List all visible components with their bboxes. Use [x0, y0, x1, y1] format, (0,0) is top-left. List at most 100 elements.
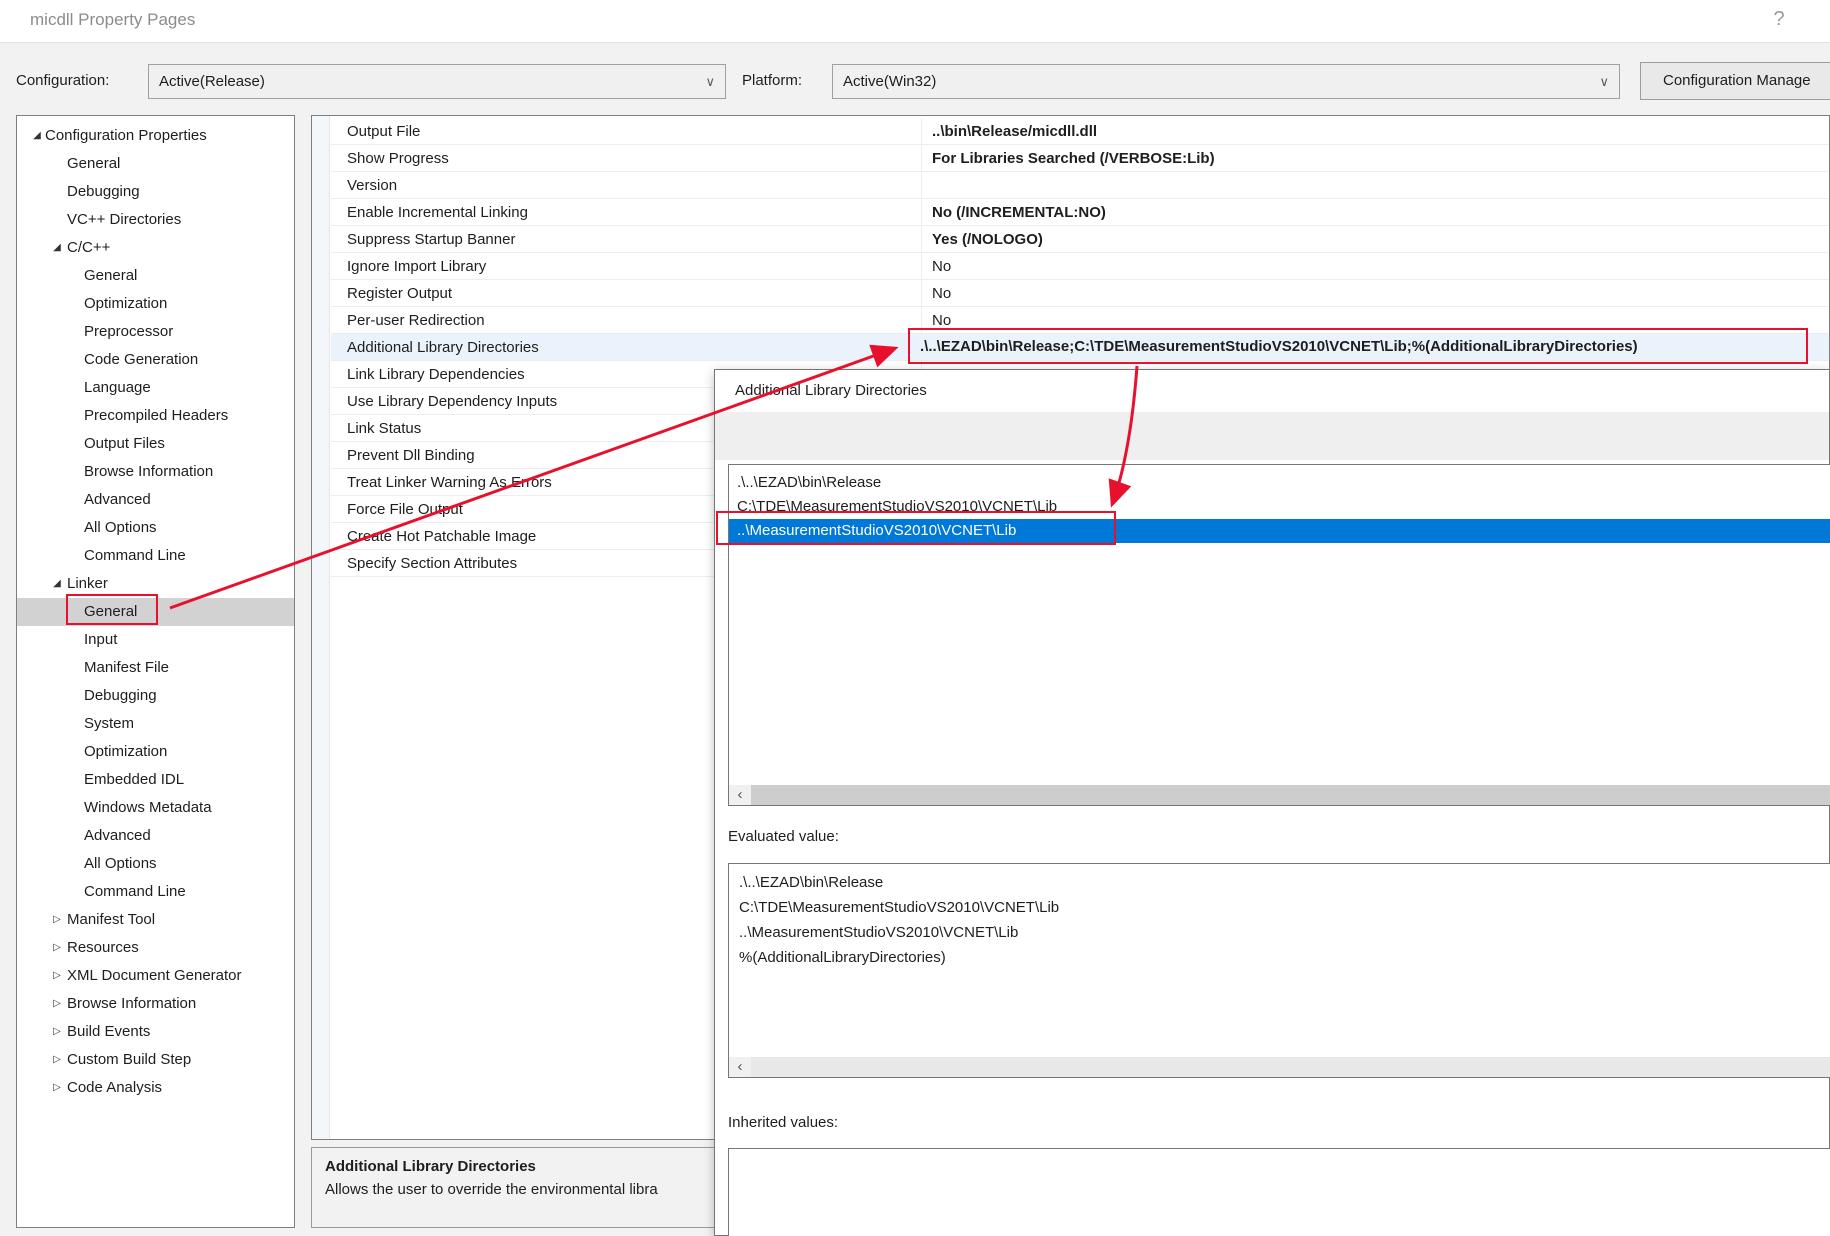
expand-icon[interactable]: ▷ [50, 1018, 64, 1046]
tree-item-manifest-tool[interactable]: ▷Manifest Tool [17, 906, 294, 934]
tree-item-label: Input [84, 631, 117, 648]
property-value[interactable]: No [932, 307, 1825, 334]
directory-item[interactable]: .\..\EZAD\bin\Release [729, 471, 1830, 495]
property-name: Show Progress [347, 145, 917, 172]
collapse-icon[interactable]: ◢ [50, 570, 64, 598]
property-name: Output File [347, 118, 917, 145]
tree-item-debugging[interactable]: Debugging [17, 682, 294, 710]
tree-item-custom-build-step[interactable]: ▷Custom Build Step [17, 1046, 294, 1074]
property-row-register-output[interactable]: Register OutputNo [331, 280, 1829, 307]
tree-item-xml-document-generator[interactable]: ▷XML Document Generator [17, 962, 294, 990]
tree-item-build-events[interactable]: ▷Build Events [17, 1018, 294, 1046]
tree-item-label: Output Files [84, 435, 165, 452]
tree-item-general[interactable]: General [17, 262, 294, 290]
collapse-icon[interactable]: ◢ [30, 122, 44, 150]
tree-item-optimization[interactable]: Optimization [17, 290, 294, 318]
tree-item-command-line[interactable]: Command Line [17, 878, 294, 906]
evaluated-value-line: %(AdditionalLibraryDirectories) [739, 945, 1830, 970]
tree-item-label: All Options [84, 855, 157, 872]
tree-item-all-options[interactable]: All Options [17, 514, 294, 542]
tree-item-label: Command Line [84, 547, 186, 564]
property-value[interactable]: No [932, 253, 1825, 280]
tree-item-label: Debugging [67, 183, 140, 200]
expand-icon[interactable]: ▷ [50, 1046, 64, 1074]
tree-item-label: Language [84, 379, 151, 396]
tree-item-label: Code Analysis [67, 1079, 162, 1096]
tree-item-browse-information[interactable]: ▷Browse Information [17, 990, 294, 1018]
tree-item-input[interactable]: Input [17, 626, 294, 654]
tree-item-precompiled-headers[interactable]: Precompiled Headers [17, 402, 294, 430]
tree-item-c-c-[interactable]: ◢C/C++ [17, 234, 294, 262]
tree-item-browse-information[interactable]: Browse Information [17, 458, 294, 486]
property-row-show-progress[interactable]: Show Progress For Libraries Searched (/VE… [331, 145, 1829, 172]
property-row-output-file[interactable]: Output File ..\bin\Release/micdll.dll [331, 118, 1829, 145]
expand-icon[interactable]: ▷ [50, 962, 64, 990]
tree-item-label: XML Document Generator [67, 967, 242, 984]
tree-item-optimization[interactable]: Optimization [17, 738, 294, 766]
property-name: Enable Incremental Linking [347, 199, 917, 226]
tree-item-vc-directories[interactable]: VC++ Directories [17, 206, 294, 234]
tree-item-label: Build Events [67, 1023, 150, 1040]
tree-item-system[interactable]: System [17, 710, 294, 738]
property-row-per-user-redirection[interactable]: Per-user RedirectionNo [331, 307, 1829, 334]
property-value[interactable]: No [932, 280, 1825, 307]
tree-item-general[interactable]: General [17, 150, 294, 178]
expand-icon[interactable]: ▷ [50, 990, 64, 1018]
tree-item-command-line[interactable]: Command Line [17, 542, 294, 570]
collapse-icon[interactable]: ◢ [50, 234, 64, 262]
expand-icon[interactable]: ▷ [50, 934, 64, 962]
tree-item-code-analysis[interactable]: ▷Code Analysis [17, 1074, 294, 1102]
property-value[interactable]: For Libraries Searched (/VERBOSE:Lib) [932, 145, 1825, 172]
list-horizontal-scrollbar[interactable]: ‹ [729, 785, 1830, 805]
tree-item-advanced[interactable]: Advanced [17, 486, 294, 514]
additional-library-directories-value[interactable]: .\..\EZAD\bin\Release;C:\TDE\Measurement… [920, 331, 1800, 362]
chevron-down-icon: ∨ [705, 65, 715, 98]
tree-item-manifest-file[interactable]: Manifest File [17, 654, 294, 682]
tree-item-label: General [67, 155, 120, 172]
tree-item-advanced[interactable]: Advanced [17, 822, 294, 850]
grid-gutter [312, 116, 330, 1139]
property-row-version[interactable]: Version [331, 172, 1829, 199]
property-pages-dialog: micdll Property Pages ? Configuration: A… [0, 0, 1830, 1236]
tree-item-debugging[interactable]: Debugging [17, 178, 294, 206]
property-value[interactable]: No (/INCREMENTAL:NO) [932, 199, 1825, 226]
directories-list[interactable]: .\..\EZAD\bin\ReleaseC:\TDE\MeasurementS… [728, 464, 1830, 806]
help-icon[interactable]: ? [1766, 8, 1792, 31]
popup-toolbar [715, 412, 1829, 460]
tree-item-preprocessor[interactable]: Preprocessor [17, 318, 294, 346]
property-value[interactable]: ..\bin\Release/micdll.dll [932, 118, 1825, 145]
directory-item[interactable]: C:\TDE\MeasurementStudioVS2010\VCNET\Lib [729, 495, 1830, 519]
tree-item-general[interactable]: General [17, 598, 294, 626]
platform-dropdown[interactable]: Active(Win32) ∨ [832, 64, 1620, 99]
tree-item-label: Manifest File [84, 659, 169, 676]
property-row-ignore-import-library[interactable]: Ignore Import LibraryNo [331, 253, 1829, 280]
property-row-suppress-startup-banner[interactable]: Suppress Startup BannerYes (/NOLOGO) [331, 226, 1829, 253]
tree-item-resources[interactable]: ▷Resources [17, 934, 294, 962]
tree-item-windows-metadata[interactable]: Windows Metadata [17, 794, 294, 822]
evaluated-value-line: .\..\EZAD\bin\Release [739, 870, 1830, 895]
evaluated-value-box: .\..\EZAD\bin\ReleaseC:\TDE\MeasurementS… [728, 863, 1830, 1078]
expand-icon[interactable]: ▷ [50, 1074, 64, 1102]
configuration-tree: ◢Configuration Properties General Debuggin… [16, 115, 295, 1228]
tree-item-code-generation[interactable]: Code Generation [17, 346, 294, 374]
directory-item-selected[interactable]: ..\MeasurementStudioVS2010\VCNET\Lib [729, 519, 1830, 543]
configuration-dropdown[interactable]: Active(Release) ∨ [148, 64, 726, 99]
configuration-manager-button[interactable]: Configuration Manage [1640, 62, 1830, 100]
tree-item-embedded-idl[interactable]: Embedded IDL [17, 766, 294, 794]
property-value[interactable]: Yes (/NOLOGO) [932, 226, 1825, 253]
tree-item-label: Advanced [84, 827, 151, 844]
tree-item-configuration-properties[interactable]: ◢Configuration Properties [17, 122, 294, 150]
tree-item-output-files[interactable]: Output Files [17, 430, 294, 458]
evaluated-horizontal-scrollbar[interactable]: ‹ [729, 1057, 1830, 1077]
scroll-left-icon[interactable]: ‹ [729, 785, 751, 805]
tree-item-all-options[interactable]: All Options [17, 850, 294, 878]
tree-item-language[interactable]: Language [17, 374, 294, 402]
expand-icon[interactable]: ▷ [50, 906, 64, 934]
scroll-left-icon[interactable]: ‹ [729, 1057, 751, 1077]
tree-item-label: Manifest Tool [67, 911, 155, 928]
tree-item-linker[interactable]: ◢Linker [17, 570, 294, 598]
property-row-enable-incremental-linking[interactable]: Enable Incremental Linking No (/INCREMENT… [331, 199, 1829, 226]
tree-item-label: Resources [67, 939, 139, 956]
tree-item-label: General [84, 603, 137, 620]
tree-item-label: Custom Build Step [67, 1051, 191, 1068]
